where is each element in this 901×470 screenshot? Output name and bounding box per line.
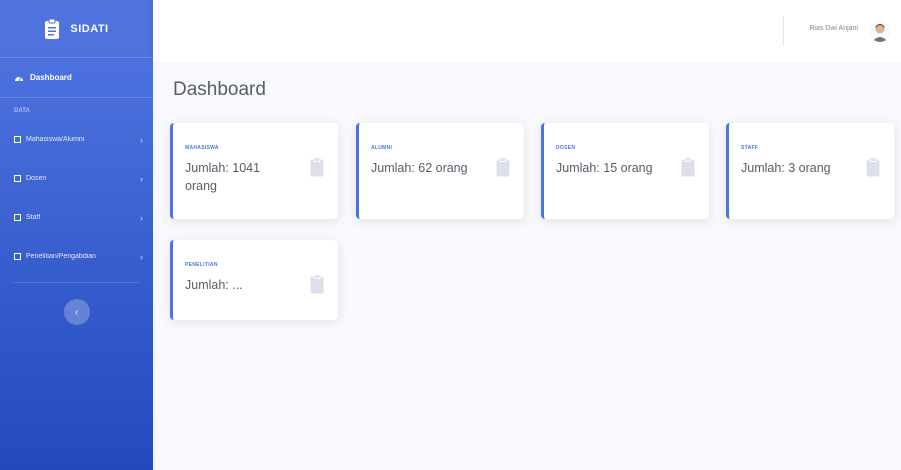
card-label: Penelitian — [185, 262, 218, 268]
sidebar-heading: Data — [14, 108, 30, 114]
card-value: Jumlah: ... — [185, 278, 243, 292]
topbar-divider — [783, 16, 784, 46]
card-label: Mahasiswa — [185, 145, 219, 151]
sidebar-item-dosen[interactable]: Dosen › — [0, 159, 153, 198]
chevron-right-icon: › — [140, 251, 143, 262]
user-avatar-icon[interactable] — [869, 20, 891, 42]
sidebar-item-label: Staff — [26, 214, 41, 221]
main-content: Dashboard Mahasiswa Jumlah: 1041 orang A… — [153, 62, 901, 470]
chevron-right-icon: › — [140, 134, 143, 145]
folder-icon — [14, 214, 21, 221]
user-name[interactable]: Rias Dwi Anjani — [809, 25, 858, 32]
sidebar-item-staff[interactable]: Staff › — [0, 198, 153, 237]
sidebar-item-label: Mahasiswa/Alumni — [26, 136, 85, 143]
sidebar-toggle-button[interactable]: ‹ — [63, 299, 90, 325]
sidebar-item-mahasiswa[interactable]: Mahasiswa/Alumni › — [0, 120, 153, 159]
clipboard-icon — [681, 157, 695, 177]
topbar: Rias Dwi Anjani — [153, 0, 901, 62]
folder-icon — [14, 136, 21, 143]
card-value: Jumlah: 1041 orang — [185, 161, 261, 193]
sidebar-item-label: Dashboard — [30, 73, 72, 82]
stat-card-penelitian[interactable]: Penelitian Jumlah: ... — [170, 240, 338, 320]
chevron-right-icon: › — [140, 173, 143, 184]
card-value: Jumlah: 15 orang — [556, 161, 653, 175]
card-value: Jumlah: 3 orang — [741, 161, 831, 175]
clipboard-icon — [310, 157, 324, 177]
stat-card-mahasiswa[interactable]: Mahasiswa Jumlah: 1041 orang — [170, 123, 338, 219]
card-value: Jumlah: 62 orang — [371, 161, 468, 175]
sidebar-item-label: Dosen — [26, 175, 47, 182]
card-label: Dosen — [556, 145, 576, 151]
tachometer-icon — [15, 76, 23, 81]
chevron-left-icon: ‹ — [74, 306, 79, 318]
stat-card-staff[interactable]: Staff Jumlah: 3 orang — [726, 123, 894, 219]
chevron-right-icon: › — [140, 212, 143, 223]
clipboard-icon — [45, 18, 60, 39]
clipboard-icon — [310, 274, 324, 294]
brand-name: SIDATI — [70, 22, 109, 35]
sidebar-item-penelitian[interactable]: Penelitian/Pengabdian › — [0, 237, 153, 276]
folder-icon — [14, 175, 21, 182]
sidebar-brand[interactable]: SIDATI — [0, 0, 153, 58]
clipboard-icon — [496, 157, 510, 177]
card-label: Alumni — [371, 145, 393, 151]
stat-card-alumni[interactable]: Alumni Jumlah: 62 orang — [356, 123, 524, 219]
sidebar-divider — [14, 282, 139, 283]
avatar-graphic — [872, 24, 888, 42]
page-title: Dashboard — [173, 79, 266, 100]
sidebar: SIDATI Dashboard Data Mahasiswa/Alumni ›… — [0, 0, 153, 470]
sidebar-item-dashboard[interactable]: Dashboard — [0, 58, 153, 98]
stat-card-dosen[interactable]: Dosen Jumlah: 15 orang — [541, 123, 709, 219]
card-label: Staff — [741, 145, 759, 151]
clipboard-icon — [866, 157, 880, 177]
sidebar-item-label: Penelitian/Pengabdian — [26, 253, 97, 260]
folder-icon — [14, 253, 21, 260]
